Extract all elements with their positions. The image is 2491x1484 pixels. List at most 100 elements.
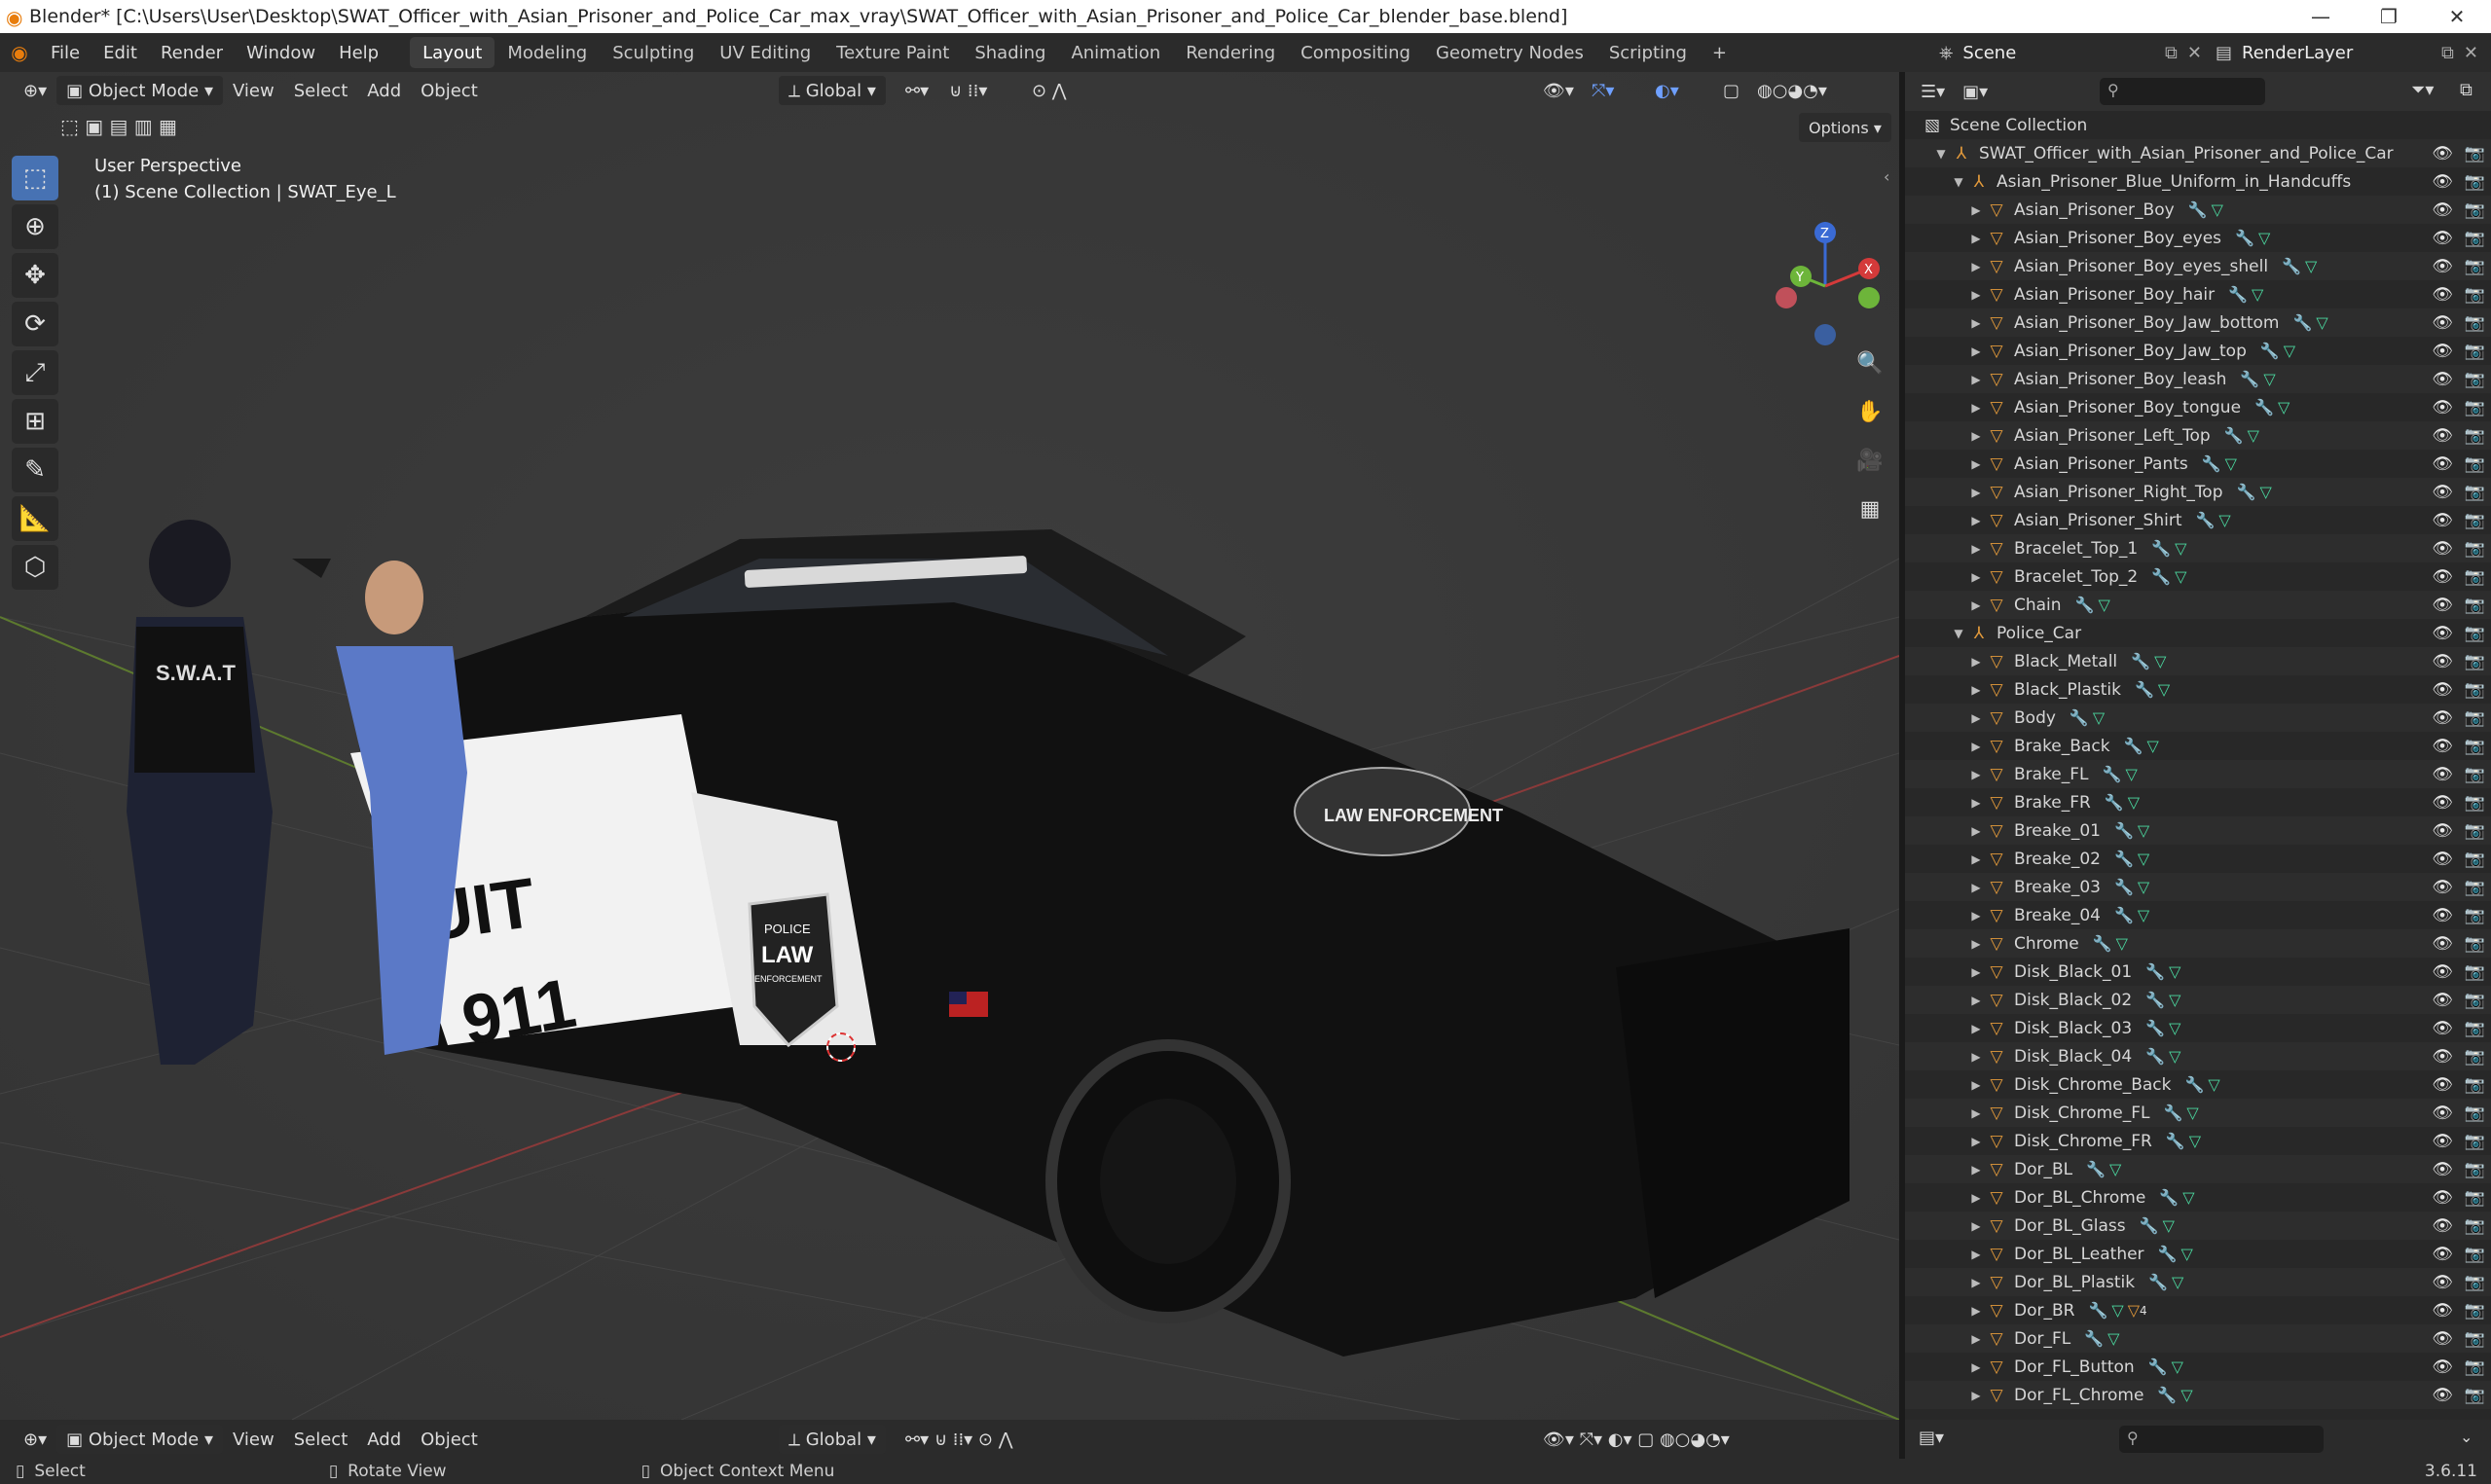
visibility-eye-icon[interactable]: 👁 [2432, 1188, 2453, 1208]
modifier-wrench-icon[interactable]: 🔧 [2260, 342, 2280, 360]
gizmo-icon[interactable]: ⤧▾ [1582, 76, 1624, 105]
timeline-editor-type-icon[interactable]: ⊕▾ [14, 1425, 56, 1454]
expand-right-icon[interactable]: ▶ [1967, 1219, 1985, 1233]
measure-tool-icon[interactable]: 📐 [12, 496, 58, 541]
mesh-data-icon[interactable]: ▽ [2180, 1245, 2192, 1263]
modifier-wrench-icon[interactable]: 🔧 [2158, 1245, 2178, 1263]
expand-right-icon[interactable]: ▶ [1967, 373, 1985, 386]
mesh-data-icon[interactable]: ▽ [2109, 1160, 2121, 1178]
visibility-eye-icon[interactable]: 👁 [2432, 1160, 2453, 1179]
visibility-eye-icon[interactable]: 👁 [2432, 229, 2453, 248]
mesh-data-icon[interactable]: ▽ [2182, 1188, 2194, 1207]
render-camera-icon[interactable]: 📷 [2465, 878, 2485, 897]
menu-window[interactable]: Window [235, 33, 327, 72]
expand-right-icon[interactable]: ▶ [1967, 1304, 1985, 1318]
outliner-row[interactable]: ▶ ▽ Dor_BL_Leather 🔧 ▽ 👁 📷 [1905, 1240, 2491, 1268]
render-camera-icon[interactable]: 📷 [2465, 596, 2485, 615]
view-layer-selector[interactable]: ▤ RenderLayer ⧉ ✕ [2216, 37, 2478, 68]
modifier-wrench-icon[interactable]: 🔧 [2114, 821, 2134, 840]
render-camera-icon[interactable]: 📷 [2465, 172, 2485, 192]
render-camera-icon[interactable]: 📷 [2465, 511, 2485, 530]
expand-right-icon[interactable]: ▶ [1967, 401, 1985, 415]
mesh-data-icon[interactable]: ▽ [2138, 878, 2149, 896]
mesh-data-icon[interactable]: ▽ [2189, 1132, 2201, 1150]
expand-right-icon[interactable]: ▶ [1967, 1276, 1985, 1289]
tab-geometry-nodes[interactable]: Geometry Nodes [1423, 37, 1596, 68]
render-camera-icon[interactable]: 📷 [2465, 200, 2485, 220]
tab-sculpting[interactable]: Sculpting [600, 37, 707, 68]
outliner-row[interactable]: ▶ ▽ Chrome 🔧 ▽ 👁 📷 [1905, 929, 2491, 958]
outliner-row[interactable]: ▶ ▽ Asian_Prisoner_Boy_leash 🔧 ▽ 👁 📷 [1905, 365, 2491, 393]
select-box-tool-icon[interactable]: ⬚ [12, 156, 58, 200]
render-camera-icon[interactable]: 📷 [2465, 1329, 2485, 1349]
outliner-row[interactable]: ▶ ▽ Disk_Black_01 🔧 ▽ 👁 📷 [1905, 958, 2491, 986]
tab-animation[interactable]: Animation [1058, 37, 1173, 68]
selection-mode-icons[interactable]: ⬚ ▣ ▤ ▥ ▦ [60, 115, 177, 138]
modifier-wrench-icon[interactable]: 🔧 [2086, 1160, 2106, 1178]
outliner-row[interactable]: ▶ ▽ Disk_Chrome_FR 🔧 ▽ 👁 📷 [1905, 1127, 2491, 1155]
outliner-row[interactable]: ▼ ⅄ Police_Car 👁 📷 [1905, 619, 2491, 647]
visibility-eye-icon[interactable]: 👁 [2432, 172, 2453, 192]
expand-right-icon[interactable]: ▶ [1967, 1078, 1985, 1092]
mesh-data-icon[interactable]: ▽ [2263, 370, 2275, 388]
render-camera-icon[interactable]: 📷 [2465, 624, 2485, 643]
visibility-eye-icon[interactable]: 👁 [2432, 793, 2453, 813]
expand-right-icon[interactable]: ▶ [1967, 683, 1985, 697]
outliner-row[interactable]: ▶ ▽ Breake_01 🔧 ▽ 👁 📷 [1905, 816, 2491, 845]
visibility-icon[interactable]: 👁▾ [1533, 76, 1584, 105]
menu-select[interactable]: Select [284, 76, 358, 105]
render-camera-icon[interactable]: 📷 [2465, 737, 2485, 756]
modifier-wrench-icon[interactable]: 🔧 [2224, 426, 2244, 445]
menu-file[interactable]: File [39, 33, 92, 72]
expand-right-icon[interactable]: ▶ [1967, 570, 1985, 584]
modifier-wrench-icon[interactable]: 🔧 [2240, 370, 2259, 388]
annotate-tool-icon[interactable]: ✎ [12, 448, 58, 492]
menu-add[interactable]: Add [357, 76, 411, 105]
minimize-button[interactable]: — [2287, 0, 2355, 33]
render-camera-icon[interactable]: 📷 [2465, 1188, 2485, 1208]
snap-icon[interactable]: ⊍ ⁞⁞▾ [939, 76, 997, 105]
pivot-point-icon[interactable]: ⚯▾ [896, 76, 938, 105]
menu-help[interactable]: Help [327, 33, 390, 72]
xray-icon[interactable]: ▢ [1713, 76, 1749, 105]
modifier-wrench-icon[interactable]: 🔧 [2196, 511, 2216, 529]
outliner-row[interactable]: ▶ ▽ Asian_Prisoner_Boy_eyes 🔧 ▽ 👁 📷 [1905, 224, 2491, 252]
modifier-wrench-icon[interactable]: 🔧 [2131, 652, 2150, 670]
mesh-data-icon[interactable]: ▽ [2138, 906, 2149, 924]
render-camera-icon[interactable]: 📷 [2465, 850, 2485, 869]
visibility-eye-icon[interactable]: 👁 [2432, 1273, 2453, 1292]
visibility-eye-icon[interactable]: 👁 [2432, 708, 2453, 728]
cursor-tool-icon[interactable]: ⊕ [12, 204, 58, 249]
visibility-eye-icon[interactable]: 👁 [2432, 878, 2453, 897]
outliner-row[interactable]: ▶ ▽ Dor_BR 🔧 ▽ ▽ 4 👁 📷 [1905, 1296, 2491, 1324]
expand-right-icon[interactable]: ▶ [1967, 1360, 1985, 1374]
modifier-wrench-icon[interactable]: 🔧 [2114, 850, 2134, 868]
bottom-object-mode-dropdown[interactable]: ▣ Object Mode ▾ [56, 1425, 224, 1454]
visibility-eye-icon[interactable]: 👁 [2432, 1019, 2453, 1038]
render-camera-icon[interactable]: 📷 [2465, 483, 2485, 502]
render-camera-icon[interactable]: 📷 [2465, 1245, 2485, 1264]
expand-right-icon[interactable]: ▶ [1967, 1248, 1985, 1261]
outliner-row[interactable]: ▶ ▽ Body 🔧 ▽ 👁 📷 [1905, 704, 2491, 732]
modifier-wrench-icon[interactable]: 🔧 [2159, 1188, 2179, 1207]
visibility-eye-icon[interactable]: 👁 [2432, 1357, 2453, 1377]
visibility-eye-icon[interactable]: 👁 [2432, 342, 2453, 361]
tab-texture-paint[interactable]: Texture Paint [824, 37, 962, 68]
outliner-row[interactable]: ▶ ▽ Bracelet_Top_2 🔧 ▽ 👁 📷 [1905, 562, 2491, 591]
modifier-wrench-icon[interactable]: 🔧 [2093, 934, 2112, 953]
modifier-wrench-icon[interactable]: 🔧 [2188, 200, 2208, 219]
display-mode-icon[interactable]: ▣▾ [1962, 82, 1988, 102]
mesh-data-icon[interactable]: ▽ [2180, 1386, 2192, 1404]
visibility-eye-icon[interactable]: 👁 [2432, 200, 2453, 220]
visibility-eye-icon[interactable]: 👁 [2432, 1132, 2453, 1151]
scale-tool-icon[interactable]: ⤢ [12, 350, 58, 395]
visibility-eye-icon[interactable]: 👁 [2432, 1104, 2453, 1123]
bottom-menu-add[interactable]: Add [357, 1425, 411, 1454]
modifier-wrench-icon[interactable]: 🔧 [2157, 1386, 2177, 1404]
bottom-menu-select[interactable]: Select [284, 1425, 358, 1454]
modifier-wrench-icon[interactable]: 🔧 [2084, 1329, 2104, 1348]
transform-orientation-dropdown[interactable]: ⟂ Global ▾ [779, 76, 886, 105]
mesh-data-icon[interactable]: ▽ [2138, 850, 2149, 868]
grid-view-icon[interactable]: ▦ [1851, 490, 1888, 527]
render-camera-icon[interactable]: 📷 [2465, 1357, 2485, 1377]
